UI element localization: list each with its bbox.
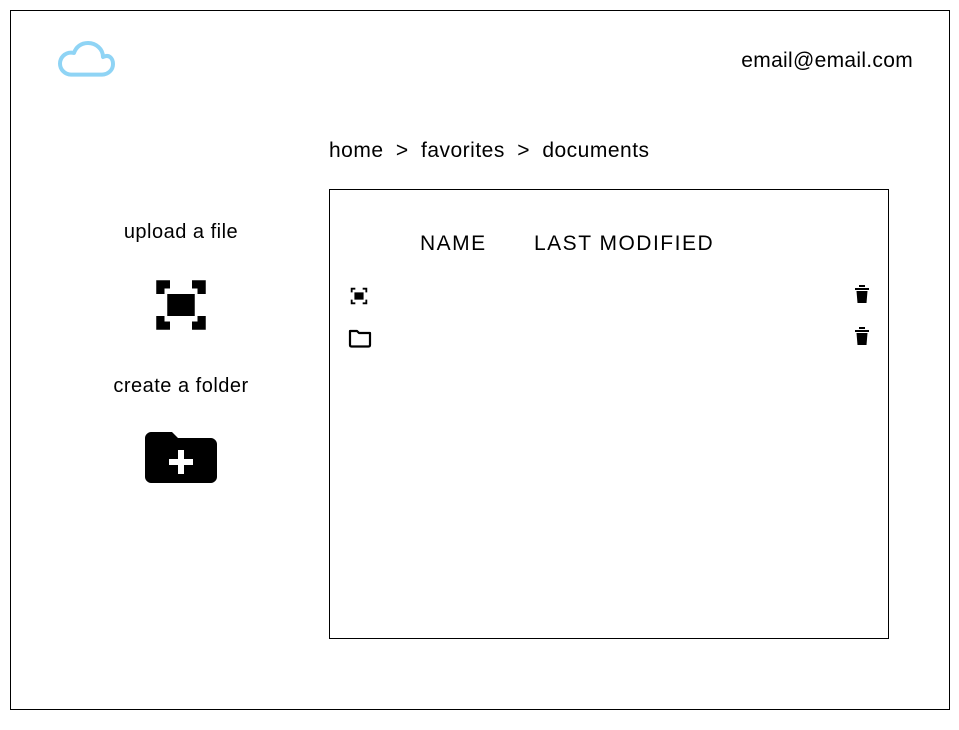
folder-icon <box>348 328 374 348</box>
breadcrumb-favorites[interactable]: favorites <box>421 139 505 162</box>
create-folder-label: create a folder <box>101 375 261 398</box>
delete-button[interactable] <box>854 327 870 350</box>
breadcrumb-documents[interactable]: documents <box>542 139 649 162</box>
breadcrumb-home[interactable]: home <box>329 139 384 162</box>
user-email[interactable]: email@email.com <box>741 49 913 73</box>
create-folder-button[interactable] <box>145 426 217 491</box>
sidebar: upload a file create a folder <box>101 221 261 523</box>
file-list-panel: NAME LAST MODIFIED <box>329 189 889 639</box>
column-header-modified[interactable]: LAST MODIFIED <box>534 232 714 256</box>
column-header-name[interactable]: NAME <box>420 232 487 256</box>
table-row[interactable] <box>348 282 870 310</box>
upload-file-button[interactable] <box>148 272 214 343</box>
upload-file-label: upload a file <box>101 221 261 244</box>
chevron-right-icon: > <box>517 139 530 162</box>
trash-icon <box>854 327 870 345</box>
delete-button[interactable] <box>854 285 870 308</box>
folder-plus-icon <box>145 426 217 486</box>
chevron-right-icon: > <box>396 139 409 162</box>
image-placeholder-icon <box>348 285 374 307</box>
trash-icon <box>854 285 870 303</box>
breadcrumb: home > favorites > documents <box>329 139 650 163</box>
app-frame: email@email.com home > favorites > docum… <box>10 10 950 710</box>
cloud-icon <box>55 39 117 86</box>
image-placeholder-icon <box>148 272 214 338</box>
table-row[interactable] <box>348 324 870 352</box>
